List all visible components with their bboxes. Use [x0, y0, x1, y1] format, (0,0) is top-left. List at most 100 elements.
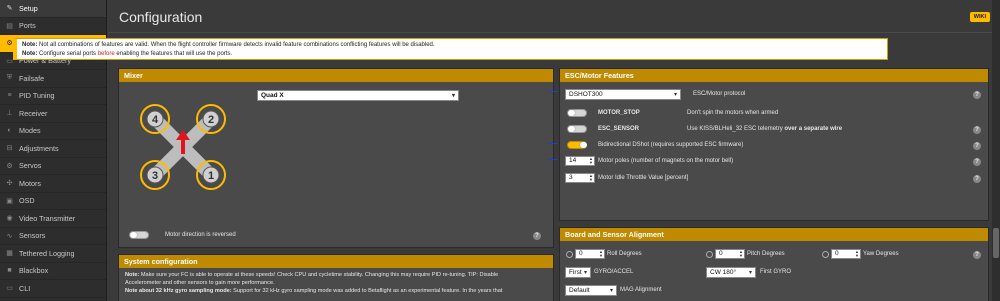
marker-line: [548, 159, 558, 160]
help-icon[interactable]: ?: [973, 142, 981, 150]
motor-label-2: 2: [208, 114, 214, 126]
motor-stop-label: MOTOR_STOP: [598, 110, 640, 116]
before-link[interactable]: before: [98, 51, 115, 57]
mag-alignment-select[interactable]: Default ▾: [565, 285, 617, 296]
spinner-icon[interactable]: ▲ ▼: [599, 250, 603, 258]
note-text-1: Not all combinations of features are val…: [39, 42, 435, 48]
sidebar-item-blackbox[interactable]: ■ Blackbox: [0, 263, 106, 280]
terminal-icon: ▭: [6, 285, 13, 293]
sidebar-item-label: Servos: [19, 161, 42, 171]
sidebar-item-label: Video Transmitter: [19, 213, 76, 223]
yaw-degrees-input[interactable]: 0 ▲ ▼: [831, 249, 861, 259]
help-icon[interactable]: ?: [973, 126, 981, 134]
osd-icon: ▣: [6, 197, 13, 205]
motor-poles-value: 14: [569, 157, 577, 164]
sidebar-item-label: Modes: [19, 126, 41, 136]
sidebar-item-motors[interactable]: ✣ Motors: [0, 175, 106, 193]
yaw-reset-icon[interactable]: [822, 251, 829, 258]
gyro-alignment-value: CW 180°: [710, 269, 737, 276]
page-header: Configuration WIKI: [108, 0, 1000, 33]
mag-alignment-label: MAG Alignment: [620, 287, 662, 293]
roll-degrees-input[interactable]: 0 ▲ ▼: [575, 249, 605, 259]
mixer-diagram-svg: 4 2 3 1: [140, 104, 226, 190]
system-configuration-title: System configuration: [119, 255, 553, 268]
gyro-accel-label: GYRO/ACCEL: [594, 269, 634, 275]
gyro-alignment-select[interactable]: CW 180° ▾: [706, 267, 756, 278]
sidebar-item-cli[interactable]: ▭ CLI: [0, 280, 106, 298]
spinner-icon[interactable]: ▲ ▼: [739, 250, 743, 258]
spinner-icon[interactable]: ▲ ▼: [855, 250, 859, 258]
shield-icon: ⛨: [6, 74, 13, 82]
motor-direction-toggle[interactable]: [129, 231, 149, 239]
adjust-icon: ⊟: [6, 145, 13, 153]
sidebar-item-servos[interactable]: ⚙ Servos: [0, 158, 106, 175]
wiki-button[interactable]: WIKI: [969, 12, 990, 22]
sidebar-item-ports[interactable]: ▤ Ports: [0, 18, 106, 35]
esc-motor-title: ESC/Motor Features: [560, 69, 988, 82]
sidebar-item-label: PID Tuning: [19, 91, 55, 101]
sidebar-item-osd[interactable]: ▣ OSD: [0, 193, 106, 210]
esc-protocol-label: ESC/Motor protocol: [693, 91, 746, 97]
spinner-icon[interactable]: ▲ ▼: [589, 157, 593, 165]
log-icon: ▦: [6, 250, 13, 258]
modes-icon: ◐: [7, 127, 12, 135]
sidebar-item-label: CLI: [19, 283, 31, 293]
sidebar-item-adjustments[interactable]: ⊟ Adjustments: [0, 140, 106, 158]
motor-stop-toggle[interactable]: [567, 109, 587, 117]
sidebar-item-failsafe[interactable]: ⛨ Failsafe: [0, 70, 106, 88]
sidebar-item-label: Motors: [19, 178, 41, 188]
help-icon[interactable]: ?: [973, 175, 981, 183]
roll-reset-icon[interactable]: [566, 251, 573, 258]
bidirectional-dshot-toggle[interactable]: [567, 141, 587, 149]
scrollbar[interactable]: [992, 0, 1000, 301]
esc-protocol-select[interactable]: DSHOT300 ▾: [565, 89, 681, 100]
quad-x-diagram: 4 2 3 1: [127, 92, 239, 202]
sys-note-32k-label: Note about 32 kHz gyro sampling mode:: [125, 288, 232, 294]
help-icon[interactable]: ?: [533, 232, 541, 240]
motor-poles-label: Motor poles (number of magnets on the mo…: [598, 158, 734, 164]
gyro-first-select[interactable]: First ▾: [565, 267, 591, 278]
sys-note-line2: Accelerometer and other sensors to gain …: [125, 280, 275, 286]
marker-line: [548, 143, 558, 144]
chevron-down-icon: ▾: [748, 270, 752, 276]
motor-label-3: 3: [152, 170, 158, 182]
motor-poles-input[interactable]: 14 ▲ ▼: [565, 156, 595, 166]
sidebar-item-receiver[interactable]: ⊥ Receiver: [0, 105, 106, 123]
sidebar-item-pid[interactable]: ≡ PID Tuning: [0, 88, 106, 105]
pitch-degrees-label: Pitch Degrees: [747, 251, 785, 257]
board-alignment-panel: Board and Sensor Alignment 0 ▲ ▼ Roll Deg…: [559, 227, 989, 301]
sys-note-line1: Make sure your FC is able to operate at …: [140, 272, 499, 278]
sidebar-item-tethered[interactable]: ▦ Tethered Logging: [0, 245, 106, 263]
chevron-down-icon: ▾: [609, 288, 613, 294]
gyro-first-value: First: [569, 269, 582, 276]
sidebar-item-sensors[interactable]: ∿ Sensors: [0, 228, 106, 245]
bidirectional-dshot-label: Bidirectional DShot (requires supported …: [598, 142, 744, 148]
scrollbar-thumb[interactable]: [993, 228, 999, 258]
chevron-down-icon: ▾: [673, 92, 677, 98]
esc-sensor-toggle[interactable]: [567, 125, 587, 133]
pitch-reset-icon[interactable]: [706, 251, 713, 258]
sidebar-item-setup[interactable]: ✎ Setup: [0, 0, 106, 18]
sidebar-item-label: Sensors: [19, 231, 46, 241]
esc-sensor-desc-bold: over a separate wire: [784, 126, 843, 132]
notice-box: Note: Not all combinations of features a…: [13, 38, 888, 60]
help-icon[interactable]: ?: [973, 158, 981, 166]
motor-idle-input[interactable]: 3 ▲ ▼: [565, 173, 595, 183]
sys-note-line3: Support for 32 kHz gyro sampling mode wa…: [233, 288, 503, 294]
help-icon[interactable]: ?: [973, 91, 981, 99]
note-label-2: Note:: [22, 51, 38, 57]
pitch-degrees-input[interactable]: 0 ▲ ▼: [715, 249, 745, 259]
motor-label-1: 1: [208, 170, 214, 182]
sidebar-item-modes[interactable]: ◐ Modes: [0, 123, 106, 140]
motor-idle-label: Motor Idle Throttle Value [percent]: [598, 175, 689, 181]
sidebar-item-vtx[interactable]: ◉ Video Transmitter: [0, 210, 106, 228]
help-icon[interactable]: ?: [973, 251, 981, 259]
spinner-icon[interactable]: ▲ ▼: [589, 174, 593, 182]
servo-icon: ⚙: [6, 162, 13, 170]
yaw-degrees-value: 0: [835, 250, 839, 257]
sidebar-item-label: Failsafe: [19, 73, 45, 83]
mixer-type-select[interactable]: Quad X ▾: [257, 90, 459, 101]
chevron-down-icon: ▾: [583, 270, 587, 276]
motor-idle-value: 3: [569, 174, 573, 181]
esc-protocol-value: DSHOT300: [569, 91, 603, 98]
